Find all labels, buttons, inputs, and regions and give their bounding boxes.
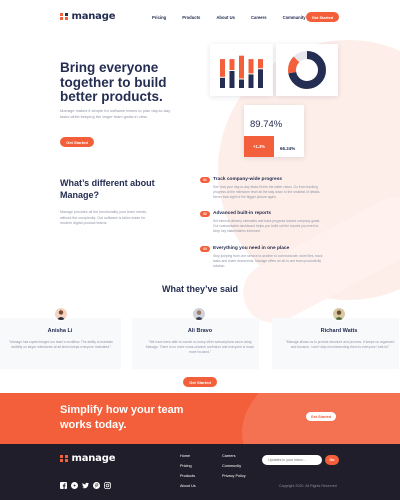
avatar [54,307,68,321]
bar-segment-navy [258,69,263,88]
nav-link-careers[interactable]: Careers [251,15,267,20]
bar-segment-navy [229,71,235,88]
testimonial-name: Anisha Li [47,328,73,334]
footer-logo-text: manage [71,453,116,464]
bar-segment-orange [248,59,254,74]
stat-percent-secondary: 66.24% [280,146,296,151]
testimonial-quote: “We have been able to cancel so many oth… [145,340,255,354]
twitter-icon[interactable] [82,482,89,489]
footer-link-privacy-policy[interactable]: Privacy Policy [222,471,246,481]
logo-mark-icon [60,12,68,21]
feature-number-badge: 03 [200,246,210,252]
footer-links-column-1: Home Pricing Products About Us [180,451,196,491]
feature-number-badge: 02 [200,211,210,217]
footer-link-products[interactable]: Products [180,471,196,481]
donut-chart-card [276,44,338,96]
stat-change-chip: +1.3% [244,136,274,157]
cta-banner: Simplify how your team works today. [0,393,400,444]
cta-get-started-button[interactable]: Get Started [306,412,336,421]
stat-percent-main: 89.74% [250,119,283,130]
bar-chart-card [210,44,273,96]
bar-segment-navy [220,77,225,88]
testimonial-quote: “Manage has supercharged our team’s work… [9,340,113,349]
feature-description: See how your day-to-day tasks fit into t… [213,185,321,199]
instagram-icon[interactable] [104,482,111,489]
nav-link-products[interactable]: Products [182,15,200,20]
nav-link-community[interactable]: Community [283,15,306,20]
subscribe-email-input[interactable] [262,455,322,465]
hero-title: Bring everyone together to build better … [60,60,167,104]
nav-links: Pricing Products About Us Careers Commun… [152,15,322,20]
footer-link-careers[interactable]: Careers [222,451,246,461]
feature-description: Set internal delivery estimates and trac… [213,219,321,233]
hero-get-started-button[interactable]: Get Started [60,137,94,147]
pinterest-icon[interactable] [93,482,100,489]
section-title-different: What’s different about Manage? [60,178,155,200]
top-navigation: manage Pricing Products About Us Careers… [0,9,400,27]
copyright-text: Copyright 2020. All Rights Reserved [279,484,337,488]
bar-chart-graphic [220,55,263,88]
avatar [192,307,206,321]
footer-link-pricing[interactable]: Pricing [180,461,196,471]
footer-link-home[interactable]: Home [180,451,196,461]
youtube-icon[interactable] [71,482,78,489]
subscribe-go-button[interactable]: Go [325,455,339,465]
feature-title: Advanced built-in reports [213,211,272,216]
bar-segment-navy [248,74,254,88]
bar-segment-orange [239,55,244,79]
testimonials-get-started-button[interactable]: Get Started [183,377,217,387]
nav-get-started-button[interactable]: Get Started [306,12,339,22]
section-text-different: Manage provides all the functionality yo… [60,210,147,225]
nav-link-pricing[interactable]: Pricing [152,15,166,20]
testimonial-name: Richard Watts [320,328,358,334]
facebook-icon[interactable] [60,482,67,489]
social-links [60,482,111,489]
feature-number-badge: 01 [200,177,210,183]
footer-logo[interactable]: manage [60,453,115,464]
cta-title: Simplify how your team works today. [60,404,184,431]
nav-link-about-us[interactable]: About Us [216,15,235,20]
testimonial-quote: “Manage allows us to provide structure a… [285,340,395,349]
testimonial-name: Ali Bravo [187,328,213,334]
logo-mark-icon [60,454,68,463]
avatar [332,307,346,321]
testimonials-title: What they’ve said [161,284,239,294]
feature-description: Stop jumping from one service to another… [213,254,323,268]
bar-segment-orange [258,59,263,69]
donut-chart-graphic [288,51,326,89]
bar-segment-orange [229,59,235,70]
bar-segment-orange [220,59,225,77]
logo[interactable]: manage [60,11,115,22]
hero-text: Manage makes it simple for software team… [60,108,171,119]
feature-title: Track company-wide progress [213,177,283,182]
footer-links-column-2: Careers Community Privacy Policy [222,451,246,481]
logo-text: manage [71,11,116,22]
footer-link-about-us[interactable]: About Us [180,481,196,491]
feature-title: Everything you need in one place [213,246,290,251]
bar-segment-navy [239,79,244,88]
footer-link-community[interactable]: Community [222,461,246,471]
